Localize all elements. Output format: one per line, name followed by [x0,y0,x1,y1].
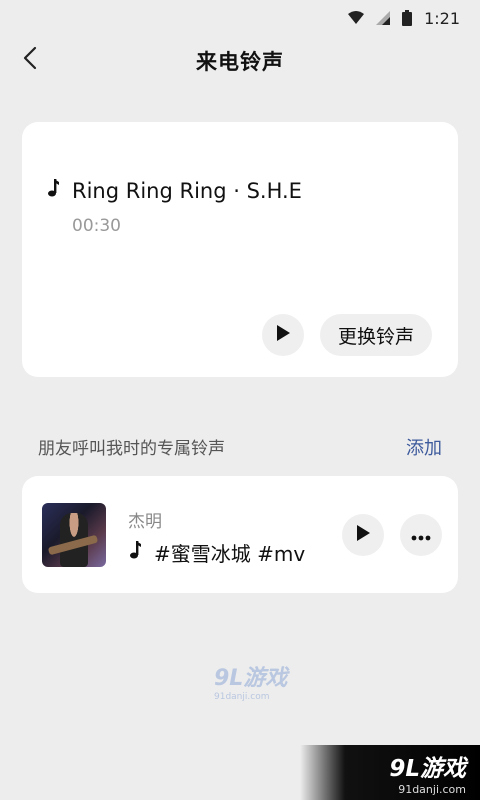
more-dots-icon [411,526,431,545]
friend-ringtone-card: 杰明 #蜜雪冰城 #mv [22,476,458,593]
corner-logo: 9L游戏 91danji.com [300,745,480,800]
corner-logo-text: 9L游戏 [389,756,466,782]
battery-icon [402,10,413,26]
friends-section-label: 朋友呼叫我时的专属铃声 [38,439,225,459]
friend-ringtone-title: #蜜雪冰城 #mv [154,542,306,566]
ringtone-duration: 00:30 [72,216,121,236]
music-note-icon [128,540,142,565]
more-button[interactable] [400,514,442,556]
status-bar: 1:21 [0,0,480,36]
play-icon [276,325,290,345]
music-note-icon [46,178,60,203]
contact-name: 杰明 [128,512,162,532]
watermark-url: 91danji.com [214,692,270,702]
header: 来电铃声 [0,36,480,86]
change-ringtone-button[interactable]: 更换铃声 [320,314,433,356]
watermark-logo: 9L游戏 91danji.com [214,660,287,702]
add-button[interactable]: 添加 [406,434,442,460]
play-button[interactable] [262,314,304,356]
play-icon [356,525,370,545]
current-ringtone-title: Ring Ring Ring · S.H.E [72,178,302,203]
current-ringtone-row: Ring Ring Ring · S.H.E [46,178,302,203]
watermark-logo-text: 9L游戏 [214,666,288,691]
page-title: 来电铃声 [196,50,284,74]
friend-ringtone-row: #蜜雪冰城 #mv [128,538,305,567]
signal-icon [376,11,391,25]
corner-logo-url: 91danji.com [398,783,466,796]
avatar [42,503,106,567]
friend-play-button[interactable] [342,514,384,556]
current-ringtone-card: Ring Ring Ring · S.H.E 00:30 更换铃声 [22,122,458,377]
status-time: 1:21 [424,8,460,28]
wifi-icon [348,11,365,25]
